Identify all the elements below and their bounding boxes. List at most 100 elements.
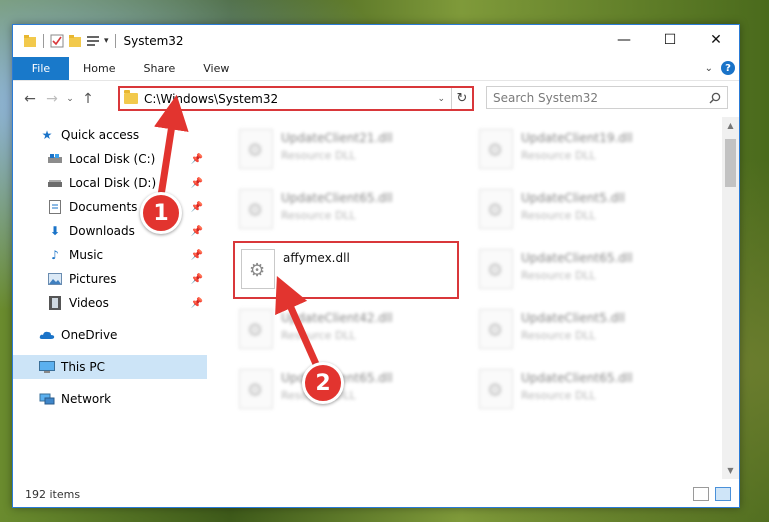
sidebar-item-videos[interactable]: Videos 📌: [13, 291, 207, 315]
item-count: 192 items: [25, 487, 81, 501]
file-type: Resource DLL: [521, 389, 596, 402]
file-item-highlighted[interactable]: affymex.dll: [233, 241, 459, 299]
chevron-down-icon[interactable]: ▾: [104, 36, 109, 46]
sidebar-item-onedrive[interactable]: OneDrive: [13, 323, 207, 347]
sidebar-item-quick-access[interactable]: ★ Quick access: [13, 123, 207, 147]
address-field[interactable]: C:\Windows\System32 ⌄: [120, 88, 452, 109]
sidebar-item-label: Downloads: [69, 224, 135, 238]
scroll-down-icon[interactable]: ▼: [722, 462, 739, 479]
file-type: Resource DLL: [281, 329, 356, 342]
file-item[interactable]: UpdateClient21.dll Resource DLL: [233, 123, 453, 177]
file-item[interactable]: UpdateClient19.dll Resource DLL: [473, 123, 693, 177]
sidebar-item-label: This PC: [61, 360, 105, 374]
pin-icon[interactable]: 📌: [191, 154, 203, 165]
quick-access-toolbar: ▾: [13, 34, 118, 48]
tab-file[interactable]: File: [13, 57, 69, 80]
music-icon: ♪: [51, 248, 59, 262]
sidebar-item-label: Local Disk (C:): [69, 152, 156, 166]
sidebar-item-label: Music: [69, 248, 104, 262]
sidebar-item-label: Pictures: [69, 272, 117, 286]
pin-icon[interactable]: 📌: [191, 274, 203, 285]
file-name: UpdateClient65.dll: [521, 371, 633, 385]
close-button[interactable]: ✕: [693, 25, 739, 55]
dll-file-icon: [479, 309, 513, 349]
window-title: System32: [123, 34, 184, 48]
file-type: Resource DLL: [521, 209, 596, 222]
sidebar-item-local-disk-d[interactable]: Local Disk (D:) 📌: [13, 171, 207, 195]
pictures-icon: [47, 272, 63, 286]
file-item[interactable]: UpdateClient65.dllResource DLL: [233, 363, 453, 417]
pin-icon[interactable]: 📌: [191, 178, 203, 189]
large-icons-view-icon[interactable]: [715, 487, 731, 501]
new-folder-icon[interactable]: [68, 34, 82, 48]
back-arrow-icon[interactable]: ←: [19, 91, 41, 107]
cloud-icon: [39, 328, 55, 342]
file-item[interactable]: UpdateClient42.dll Resource DLL: [233, 303, 453, 357]
drive-icon: [47, 176, 63, 190]
scrollbar-thumb[interactable]: [725, 139, 736, 187]
file-type: Resource DLL: [521, 269, 596, 282]
network-icon: [39, 392, 55, 406]
address-bar[interactable]: C:\Windows\System32 ⌄ ↻: [118, 86, 474, 111]
search-icon[interactable]: [709, 92, 721, 104]
file-name: UpdateClient65.dll: [521, 251, 633, 265]
tab-view[interactable]: View: [189, 57, 243, 80]
ribbon-right-controls: ⌄ ?: [705, 61, 735, 75]
videos-icon: [47, 296, 63, 310]
minimize-button[interactable]: —: [601, 25, 647, 55]
vertical-scrollbar[interactable]: ▲ ▼: [722, 117, 739, 479]
tab-home[interactable]: Home: [69, 57, 129, 80]
dll-file-icon: [239, 309, 273, 349]
scroll-up-icon[interactable]: ▲: [722, 117, 739, 134]
pin-icon[interactable]: 📌: [191, 202, 203, 213]
folder-icon: [124, 90, 138, 104]
properties-icon[interactable]: [50, 34, 64, 48]
search-box[interactable]: [486, 86, 728, 109]
ribbon-tabs: File Home Share View ⌄ ?: [13, 57, 739, 81]
dll-file-icon: [239, 129, 273, 169]
dll-file-icon: [241, 249, 275, 289]
help-icon[interactable]: ?: [721, 61, 735, 75]
file-name: UpdateClient65.dll: [281, 191, 393, 205]
sidebar-item-music[interactable]: ♪ Music 📌: [13, 243, 207, 267]
maximize-button[interactable]: ☐: [647, 25, 693, 55]
dll-file-icon: [239, 369, 273, 409]
dll-file-icon: [479, 129, 513, 169]
star-icon: ★: [41, 128, 53, 142]
navigation-pane: ★ Quick access Local Disk (C:) 📌 Local D…: [13, 117, 207, 479]
pin-icon[interactable]: 📌: [191, 298, 203, 309]
file-item[interactable]: UpdateClient65.dllResource DLL: [233, 183, 453, 237]
address-path: C:\Windows\System32: [144, 91, 279, 106]
tab-share[interactable]: Share: [129, 57, 189, 80]
up-arrow-icon[interactable]: ↑: [77, 91, 99, 107]
sidebar-item-label: Documents: [69, 200, 138, 214]
chevron-down-icon[interactable]: ⌄: [437, 94, 445, 104]
search-input[interactable]: [493, 90, 693, 105]
computer-icon: [39, 360, 55, 374]
file-item[interactable]: UpdateClient65.dll Resource DLL: [473, 243, 693, 297]
forward-arrow-icon[interactable]: →: [41, 91, 63, 107]
customize-toolbar-icon[interactable]: [86, 34, 100, 48]
sidebar-item-network[interactable]: Network: [13, 387, 207, 411]
pin-icon[interactable]: 📌: [191, 226, 203, 237]
file-item[interactable]: UpdateClient5.dll Resource DLL: [473, 183, 693, 237]
recent-locations-icon[interactable]: ⌄: [63, 94, 77, 104]
refresh-icon[interactable]: ↻: [452, 91, 472, 106]
drive-icon: [47, 152, 63, 166]
details-view-icon[interactable]: [693, 487, 709, 501]
sidebar-item-pictures[interactable]: Pictures 📌: [13, 267, 207, 291]
step-badge-2: 2: [302, 362, 344, 404]
folder-icon[interactable]: [23, 34, 37, 48]
expand-ribbon-icon[interactable]: ⌄: [705, 63, 713, 74]
file-name: UpdateClient19.dll: [521, 131, 633, 145]
sidebar-item-this-pc[interactable]: This PC: [13, 355, 207, 379]
file-list: UpdateClient21.dll Resource DLL UpdateCli…: [207, 117, 739, 479]
sidebar-item-local-disk-c[interactable]: Local Disk (C:) 📌: [13, 147, 207, 171]
file-name: UpdateClient5.dll: [521, 191, 625, 205]
file-item[interactable]: UpdateClient5.dll Resource DLL: [473, 303, 693, 357]
file-type: Resource DLL: [281, 149, 356, 162]
file-item[interactable]: UpdateClient65.dll Resource DLL: [473, 363, 693, 417]
pin-icon[interactable]: 📌: [191, 250, 203, 261]
file-type: Resource DLL: [521, 329, 596, 342]
sidebar-item-label: Network: [61, 392, 112, 406]
